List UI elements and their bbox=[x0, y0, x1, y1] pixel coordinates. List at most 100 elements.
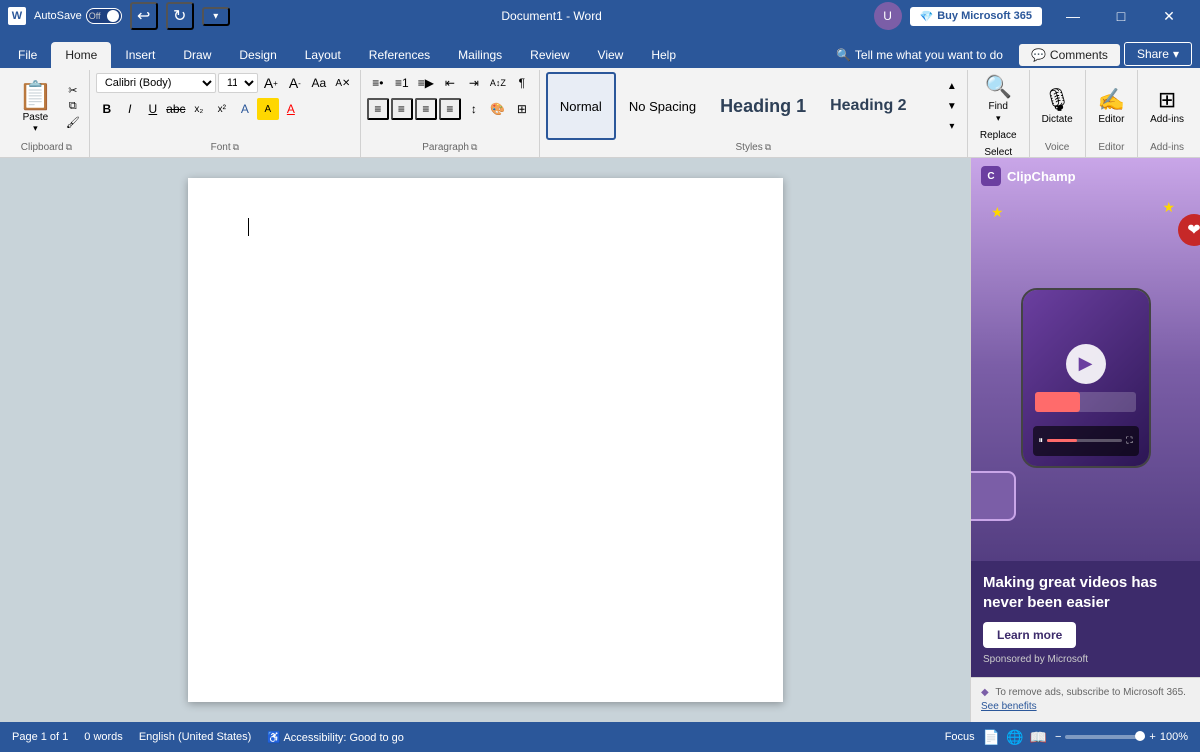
user-avatar[interactable]: U bbox=[874, 2, 902, 30]
tab-design[interactable]: Design bbox=[225, 42, 290, 68]
ad-phone-mockup: ▶ ⏸ ⛶ bbox=[1021, 288, 1151, 468]
comments-icon: 💬 bbox=[1031, 48, 1046, 62]
voice-label: Voice bbox=[1036, 140, 1079, 155]
editor-icon: ✍ bbox=[1098, 87, 1125, 113]
cut-button[interactable]: ✂ bbox=[63, 83, 83, 98]
paragraph-expand[interactable]: ⧉ bbox=[471, 142, 477, 153]
paragraph-top-row: ≡• ≡1 ≡▶ ⇤ ⇥ A↕Z ¶ bbox=[367, 72, 533, 94]
minimize-button[interactable]: — bbox=[1050, 0, 1096, 32]
strikethrough-button[interactable]: abc bbox=[165, 98, 187, 120]
paste-button[interactable]: 📋 Paste ▾ bbox=[10, 75, 61, 138]
addins-button[interactable]: ⊞ Add-ins bbox=[1144, 85, 1190, 127]
autosave-toggle[interactable]: Off bbox=[86, 8, 122, 24]
text-effects-button[interactable]: A bbox=[234, 98, 256, 120]
increase-indent-button[interactable]: ⇥ bbox=[463, 72, 485, 94]
tab-layout[interactable]: Layout bbox=[291, 42, 355, 68]
align-center-button[interactable]: ≡ bbox=[391, 98, 413, 120]
styles-expand-icon[interactable]: ⧉ bbox=[765, 142, 771, 153]
tab-view[interactable]: View bbox=[584, 42, 638, 68]
close-button[interactable]: ✕ bbox=[1146, 0, 1192, 32]
align-right-button[interactable]: ≡ bbox=[415, 98, 437, 120]
style-heading1[interactable]: Heading 1 bbox=[709, 72, 817, 140]
change-case-button[interactable]: Aa bbox=[308, 72, 330, 94]
font-grow-button[interactable]: A+ bbox=[260, 72, 282, 94]
tab-help[interactable]: Help bbox=[637, 42, 690, 68]
font-shrink-button[interactable]: A- bbox=[284, 72, 306, 94]
read-view-icon[interactable]: 📖 bbox=[1030, 729, 1047, 746]
font-family-select[interactable]: Calibri (Body) bbox=[96, 73, 216, 93]
styles-group: Normal No Spacing Heading 1 Heading 2 ▲ … bbox=[540, 70, 968, 157]
clear-format-button[interactable]: A✕ bbox=[332, 72, 354, 94]
numbered-list-button[interactable]: ≡1 bbox=[391, 72, 413, 94]
decrease-indent-button[interactable]: ⇤ bbox=[439, 72, 461, 94]
buy-microsoft-button[interactable]: 💎 Buy Microsoft 365 bbox=[910, 7, 1042, 26]
title-right: U 💎 Buy Microsoft 365 — □ ✕ bbox=[874, 0, 1192, 32]
see-benefits-link[interactable]: See benefits bbox=[981, 701, 1037, 712]
tab-home[interactable]: Home bbox=[51, 42, 111, 68]
editor-button[interactable]: ✍ Editor bbox=[1092, 85, 1131, 127]
replace-button[interactable]: Replace bbox=[974, 128, 1023, 143]
tab-insert[interactable]: Insert bbox=[111, 42, 169, 68]
styles-scroll-down[interactable]: ▼ bbox=[945, 96, 959, 116]
justify-button[interactable]: ≡ bbox=[439, 98, 461, 120]
comments-button[interactable]: 💬 Comments bbox=[1019, 44, 1120, 66]
superscript-button[interactable]: x² bbox=[211, 98, 233, 120]
ad-footer-text: To remove ads, subscribe to Microsoft 36… bbox=[995, 687, 1186, 698]
tab-mailings[interactable]: Mailings bbox=[444, 42, 516, 68]
focus-button[interactable]: Focus bbox=[945, 731, 975, 743]
dictate-button[interactable]: 🎙 Dictate bbox=[1036, 85, 1079, 127]
clipboard-label: Clipboard ⧉ bbox=[10, 140, 83, 155]
highlight-button[interactable]: A bbox=[257, 98, 279, 120]
sort-button[interactable]: A↕Z bbox=[487, 72, 509, 94]
maximize-button[interactable]: □ bbox=[1098, 0, 1144, 32]
subscript-button[interactable]: x₂ bbox=[188, 98, 210, 120]
line-spacing-button[interactable]: ↕ bbox=[463, 98, 485, 120]
bullet-list-button[interactable]: ≡• bbox=[367, 72, 389, 94]
tab-references[interactable]: References bbox=[355, 42, 444, 68]
font-expand[interactable]: ⧉ bbox=[233, 142, 239, 153]
style-no-spacing[interactable]: No Spacing bbox=[618, 72, 707, 140]
copy-button[interactable]: ⧉ bbox=[63, 99, 83, 114]
font-size-select[interactable]: 11 bbox=[218, 73, 258, 93]
clipboard-expand[interactable]: ⧉ bbox=[66, 142, 72, 153]
ad-bottom: Making great videos has never been easie… bbox=[971, 561, 1200, 677]
zoom-out-button[interactable]: − bbox=[1055, 731, 1061, 743]
format-painter-button[interactable]: 🖌 bbox=[63, 115, 83, 130]
tab-draw[interactable]: Draw bbox=[169, 42, 225, 68]
quick-access-dropdown[interactable]: ▾ bbox=[202, 7, 230, 26]
zoom-slider[interactable] bbox=[1065, 735, 1145, 739]
web-layout-icon[interactable]: 🌐 bbox=[1006, 729, 1023, 746]
font-top-row: Calibri (Body) 11 A+ A- Aa A✕ bbox=[96, 72, 354, 94]
style-heading2[interactable]: Heading 2 bbox=[819, 72, 917, 140]
redo-button[interactable]: ↻ bbox=[166, 2, 194, 30]
learn-more-button[interactable]: Learn more bbox=[983, 622, 1076, 648]
zoom-in-button[interactable]: + bbox=[1149, 731, 1155, 743]
styles-expand[interactable]: ▾ bbox=[945, 116, 959, 136]
document-area[interactable] bbox=[0, 158, 970, 722]
tab-review[interactable]: Review bbox=[516, 42, 583, 68]
styles-scroll-up[interactable]: ▲ bbox=[945, 76, 959, 96]
ad-small-card bbox=[971, 471, 1016, 521]
underline-button[interactable]: U bbox=[142, 98, 164, 120]
italic-button[interactable]: I bbox=[119, 98, 141, 120]
multilevel-list-button[interactable]: ≡▶ bbox=[415, 72, 437, 94]
bold-button[interactable]: B bbox=[96, 98, 118, 120]
align-left-button[interactable]: ≡ bbox=[367, 98, 389, 120]
tell-me-area[interactable]: 🔍 Tell me what you want to do bbox=[824, 44, 1015, 66]
undo-button[interactable]: ↩ bbox=[130, 2, 158, 30]
show-hide-button[interactable]: ¶ bbox=[511, 72, 533, 94]
document-page[interactable] bbox=[188, 178, 783, 702]
shading-button[interactable]: 🎨 bbox=[487, 98, 509, 120]
find-button[interactable]: 🔍 Find ▾ bbox=[979, 72, 1018, 126]
tab-file[interactable]: File bbox=[4, 42, 51, 68]
paragraph-label: Paragraph ⧉ bbox=[367, 140, 533, 155]
style-normal[interactable]: Normal bbox=[546, 72, 616, 140]
share-button[interactable]: Share ▾ bbox=[1124, 42, 1192, 66]
zoom-slider-thumb bbox=[1135, 731, 1145, 741]
print-layout-icon[interactable]: 📄 bbox=[983, 729, 1000, 746]
font-color-button[interactable]: A bbox=[280, 98, 302, 120]
text-cursor bbox=[248, 218, 249, 236]
border-button[interactable]: ⊞ bbox=[511, 98, 533, 120]
select-button[interactable]: Select ▾ bbox=[978, 145, 1018, 158]
share-dropdown-icon: ▾ bbox=[1173, 47, 1179, 61]
